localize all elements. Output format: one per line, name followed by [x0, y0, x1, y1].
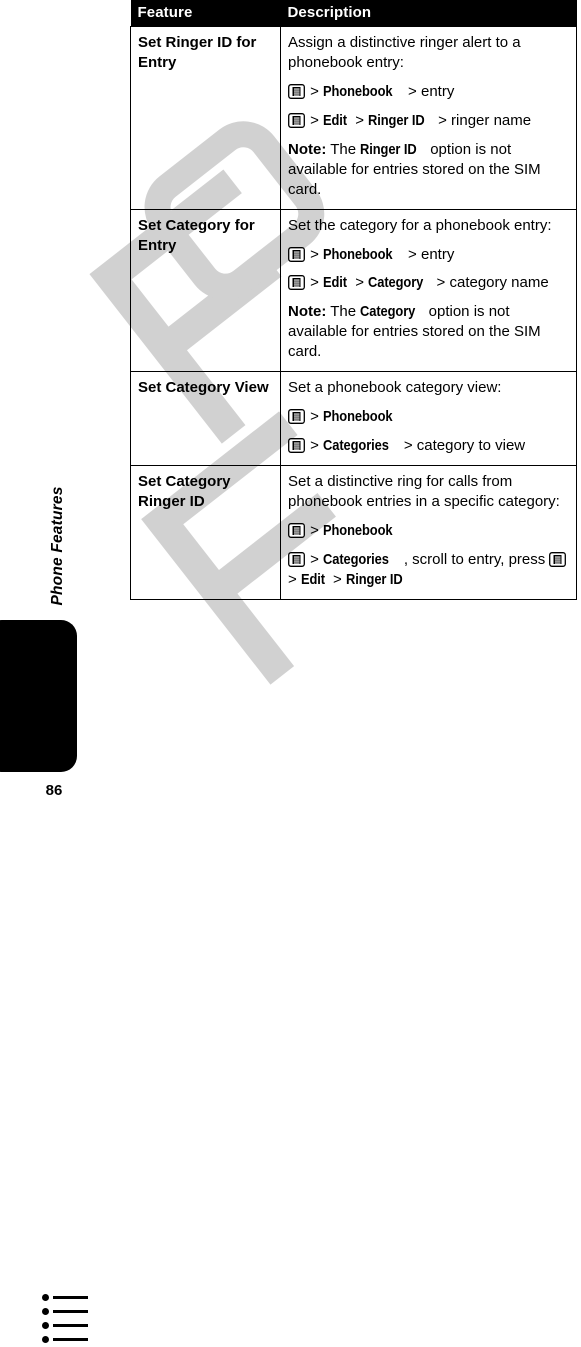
menu-path: > Categories , scroll to entry, press > … — [288, 550, 568, 590]
path-text: ringer name — [451, 111, 532, 129]
bulleted-list-icon-line — [53, 1296, 88, 1299]
bulleted-list-icon-dot — [42, 1294, 49, 1301]
menu-key-icon — [288, 438, 305, 454]
path-text: category name — [449, 274, 549, 292]
description-paragraph: Set a phonebook category view: — [288, 379, 502, 397]
path-separator: > — [310, 521, 319, 539]
menu-path: > Phonebook > entry — [288, 82, 568, 102]
menu-key-icon — [288, 522, 305, 538]
path-separator: > — [355, 274, 364, 292]
path-separator: > — [310, 408, 319, 426]
path-separator: > — [310, 82, 319, 100]
note-label: Note: — [288, 140, 327, 158]
path-separator: > — [310, 111, 319, 129]
path-text: entry — [420, 82, 455, 100]
bulleted-list-icon-dot — [42, 1336, 49, 1343]
menu-path: > Phonebook > entry — [288, 245, 568, 265]
menu-item-name: Categories — [323, 437, 389, 455]
bulleted-list-icon-line — [53, 1324, 88, 1327]
table-row: Set Category for Entry Set the category f… — [130, 209, 577, 373]
menu-item-name: Ringer ID — [368, 111, 425, 129]
path-separator: > — [408, 82, 417, 100]
menu-path: > Edit > Ringer ID > ringer name — [288, 111, 568, 131]
menu-key-icon — [288, 409, 305, 425]
path-separator: > — [436, 274, 446, 292]
path-separator: > — [288, 570, 297, 588]
description-paragraph: Set a distinctive ring for calls from ph… — [288, 473, 560, 510]
description-cell: Set a distinctive ring for calls from ph… — [280, 465, 577, 600]
path-text: category to view — [416, 437, 526, 455]
path-separator: > — [408, 245, 417, 263]
description-paragraph: Assign a distinctive ringer alert to a p… — [288, 34, 521, 71]
path-text: entry — [420, 245, 455, 263]
menu-item-name: Category — [360, 303, 416, 321]
menu-item-name: Category — [368, 274, 424, 292]
feature-cell: Set Category for Entry — [130, 209, 281, 373]
note-paragraph: Note: The Ringer ID option is not availa… — [288, 140, 568, 200]
note-paragraph: Note: The Category option is not availab… — [288, 302, 568, 362]
menu-item-name: Categories — [323, 550, 389, 568]
menu-item-name: Phonebook — [323, 82, 393, 100]
description-cell: Set the category for a phonebook entry: … — [280, 209, 577, 373]
bulleted-list-icon-dot — [42, 1308, 49, 1315]
menu-key-icon — [288, 275, 305, 291]
path-separator: > — [310, 245, 319, 263]
path-separator: > — [403, 437, 413, 455]
path-separator: > — [310, 550, 319, 568]
menu-path: > Categories > category to view — [288, 436, 568, 456]
bulleted-list-icon-dot — [42, 1322, 49, 1329]
menu-path: > Edit > Category > category name — [288, 273, 568, 293]
left-sidebar: Phone Features 86 — [0, 0, 130, 1347]
table-row: Set Category View Set a phonebook categor… — [130, 371, 577, 466]
description-paragraph: Set the category for a phonebook entry: — [288, 216, 552, 234]
menu-item-name: Phonebook — [323, 408, 393, 426]
path-separator: > — [333, 570, 342, 588]
menu-key-icon — [288, 83, 305, 99]
feature-cell: Set Category Ringer ID — [130, 465, 281, 600]
feature-cell: Set Ringer ID for Entry — [130, 26, 281, 210]
table-body: Set Ringer ID for Entry Assign a distinct… — [130, 26, 577, 600]
menu-item-name: Phonebook — [323, 521, 393, 539]
table-header-row: Feature Description — [130, 0, 577, 27]
note-label: Note: — [288, 303, 327, 321]
column-header-feature: Feature — [130, 0, 281, 27]
path-text: The — [330, 303, 357, 321]
path-separator: > — [438, 111, 447, 129]
menu-item-name: Edit — [300, 570, 325, 588]
path-text: The — [330, 140, 357, 158]
menu-key-icon — [288, 112, 305, 128]
feature-cell: Set Category View — [130, 371, 281, 466]
menu-key-icon — [288, 551, 305, 567]
bulleted-list-icon-line — [53, 1338, 88, 1341]
menu-item-name: Ringer ID — [360, 140, 417, 158]
menu-path: > Phonebook — [288, 407, 568, 427]
menu-item-name: Ringer ID — [345, 570, 403, 588]
section-label: Phone Features — [49, 486, 66, 606]
description-cell: Assign a distinctive ringer alert to a p… — [280, 26, 577, 210]
path-separator: > — [310, 437, 319, 455]
feature-description-table: Feature Description Set Ringer ID for En… — [130, 0, 577, 600]
menu-key-icon — [288, 246, 305, 262]
page-number: 86 — [45, 782, 63, 799]
menu-item-name: Edit — [323, 274, 348, 292]
path-text: , scroll to entry, press — [403, 550, 546, 568]
description-cell: Set a phonebook category view: > Phonebo… — [280, 371, 577, 466]
table-row: Set Category Ringer ID Set a distinctive … — [130, 465, 577, 600]
section-tab — [0, 620, 88, 1347]
column-header-description: Description — [280, 0, 577, 27]
table-row: Set Ringer ID for Entry Assign a distinct… — [130, 26, 577, 210]
menu-path: > Phonebook — [288, 521, 568, 541]
path-separator: > — [355, 111, 364, 129]
menu-item-name: Edit — [323, 111, 348, 129]
menu-key-icon — [549, 551, 567, 567]
path-separator: > — [310, 274, 319, 292]
table-header: Feature Description — [130, 0, 577, 27]
bulleted-list-icon-line — [53, 1310, 88, 1313]
menu-item-name: Phonebook — [323, 245, 393, 263]
